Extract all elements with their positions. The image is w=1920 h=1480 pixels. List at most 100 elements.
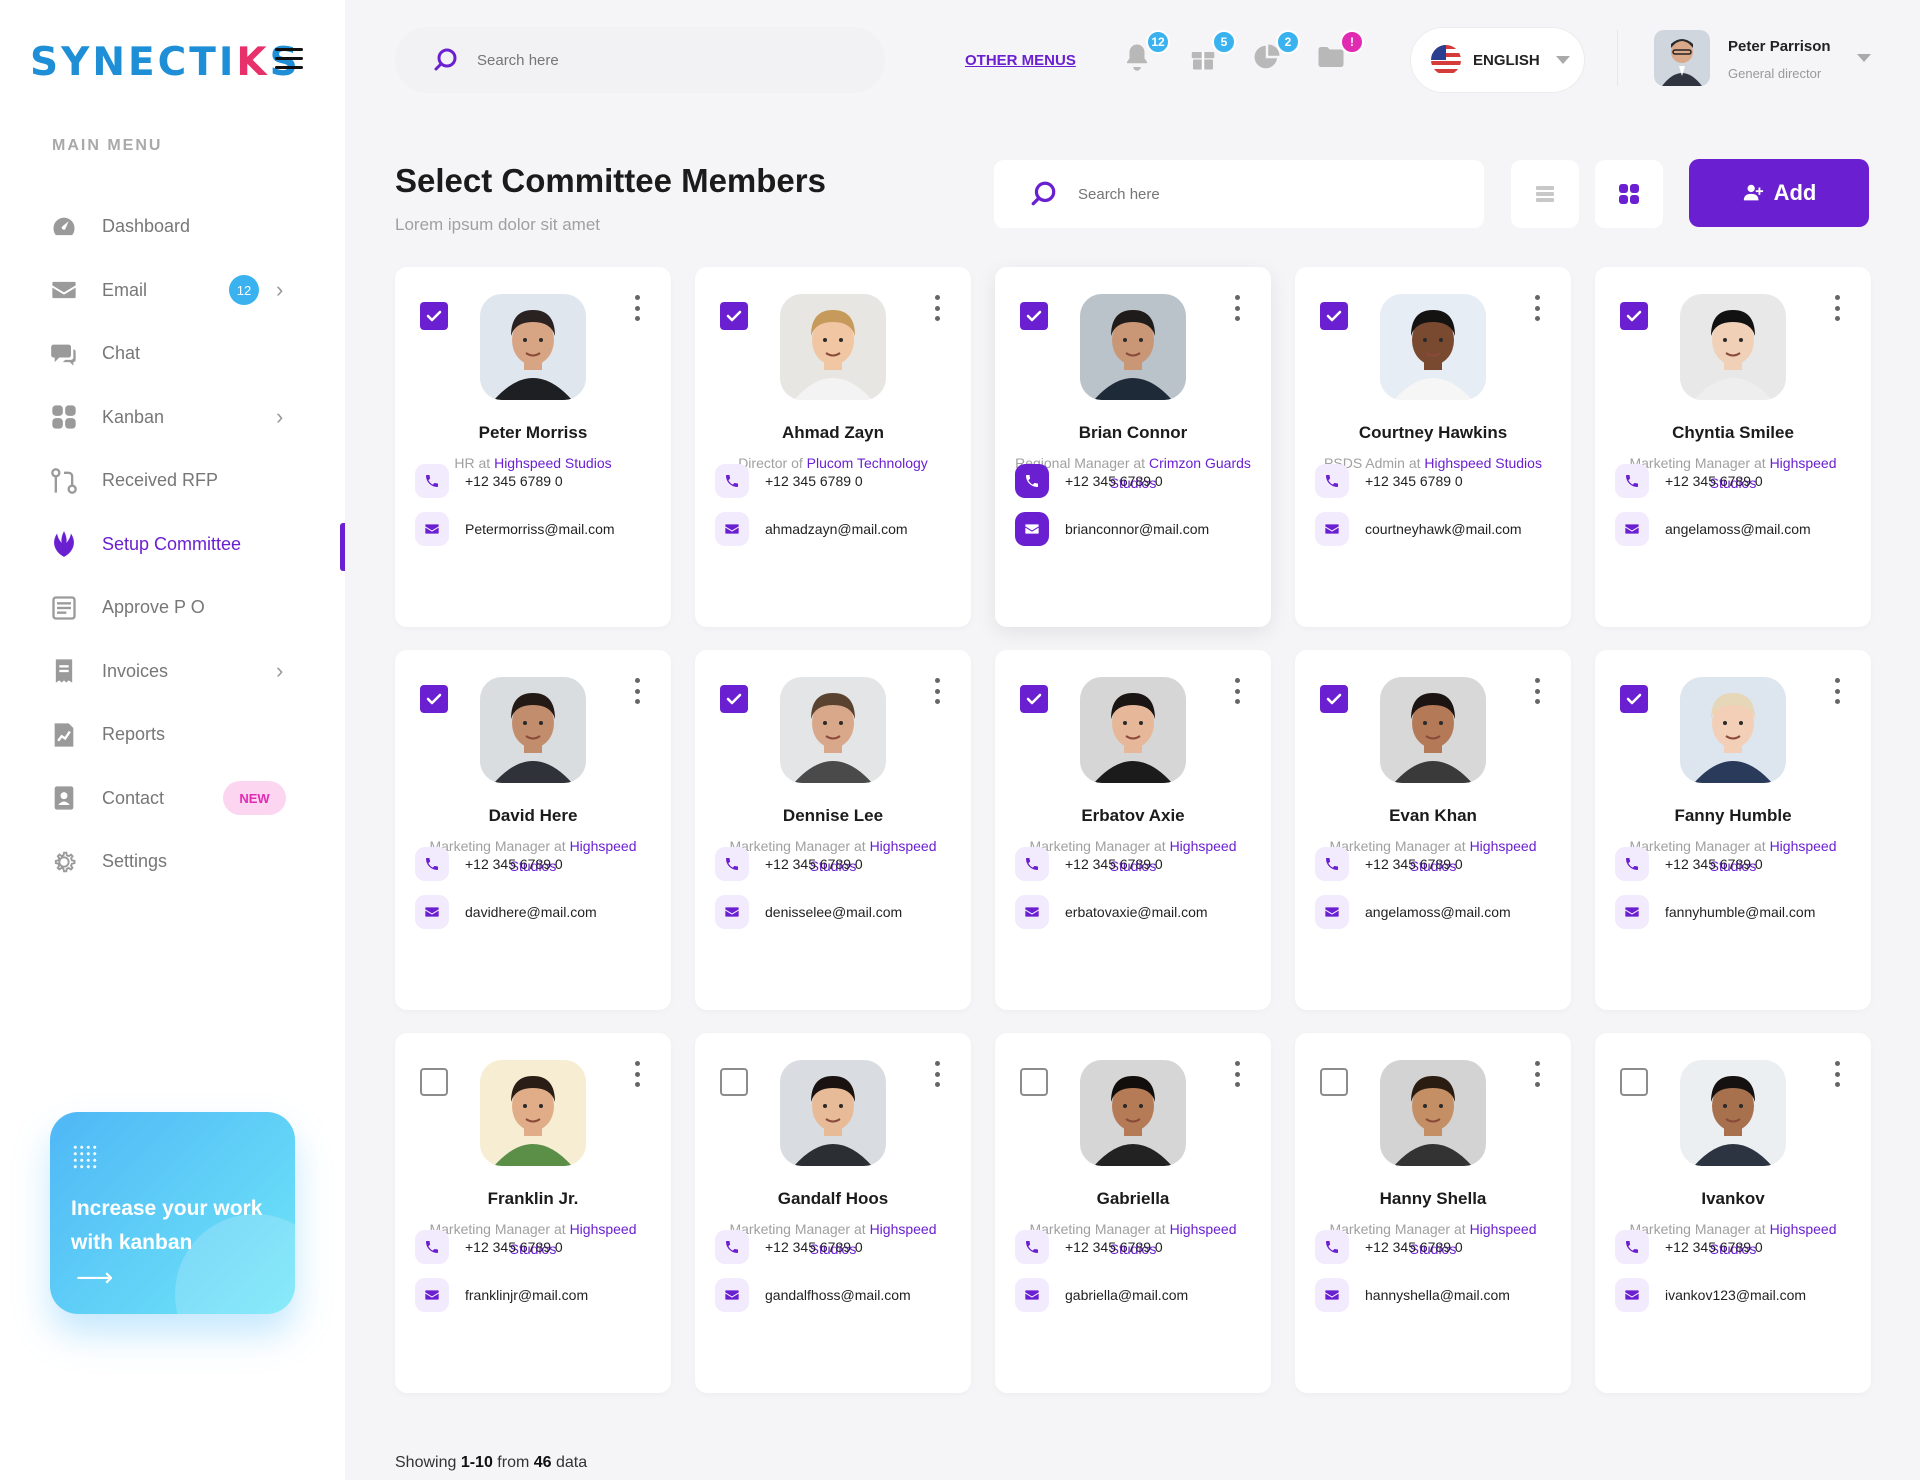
member-card[interactable]: Evan Khan Marketing Manager at Highspeed …: [1295, 650, 1571, 1010]
select-checkbox[interactable]: [1320, 685, 1348, 713]
member-email[interactable]: davidhere@mail.com: [465, 904, 597, 920]
more-options-icon[interactable]: [1533, 295, 1541, 321]
select-checkbox[interactable]: [420, 685, 448, 713]
select-checkbox[interactable]: [420, 1068, 448, 1096]
sidebar-item-contact[interactable]: Contact NEW: [0, 767, 345, 831]
user-menu-chevron-icon[interactable]: [1857, 54, 1871, 62]
member-card[interactable]: Peter Morriss HR at Highspeed Studios +12 …: [395, 267, 671, 627]
analytics-button[interactable]: 2: [1252, 30, 1300, 76]
more-options-icon[interactable]: [1233, 1061, 1241, 1087]
more-options-icon[interactable]: [633, 678, 641, 704]
more-options-icon[interactable]: [1833, 678, 1841, 704]
sidebar-item-chat[interactable]: Chat: [0, 322, 345, 386]
member-email-row: angelamoss@mail.com: [1315, 895, 1511, 929]
sidebar-item-email[interactable]: Email 12 ›: [0, 259, 345, 323]
hamburger-menu-icon[interactable]: [275, 48, 303, 70]
member-email[interactable]: angelamoss@mail.com: [1665, 521, 1811, 537]
member-email[interactable]: fannyhumble@mail.com: [1665, 904, 1815, 920]
select-checkbox[interactable]: [1620, 1068, 1648, 1096]
more-options-icon[interactable]: [1533, 678, 1541, 704]
pagination-summary: Showing 1-10 from 46 data: [395, 1454, 588, 1471]
member-email[interactable]: brianconnor@mail.com: [1065, 521, 1209, 537]
member-email[interactable]: denisselee@mail.com: [765, 904, 902, 920]
select-checkbox[interactable]: [1620, 685, 1648, 713]
member-email[interactable]: erbatovaxie@mail.com: [1065, 904, 1208, 920]
list-view-button[interactable]: [1511, 160, 1579, 228]
select-checkbox[interactable]: [720, 302, 748, 330]
more-options-icon[interactable]: [933, 1061, 941, 1087]
select-checkbox[interactable]: [1620, 302, 1648, 330]
member-card[interactable]: Ivankov Marketing Manager at Highspeed St…: [1595, 1033, 1871, 1393]
sidebar-item-settings[interactable]: Settings: [0, 830, 345, 894]
more-options-icon[interactable]: [633, 1061, 641, 1087]
add-member-button[interactable]: Add: [1689, 159, 1869, 227]
member-email[interactable]: angelamoss@mail.com: [1365, 904, 1511, 920]
select-checkbox[interactable]: [1020, 685, 1048, 713]
member-phone: +12 345 6789 0: [1365, 473, 1463, 489]
sidebar-item-reports[interactable]: Reports: [0, 703, 345, 767]
chevron-right-icon[interactable]: ›: [276, 404, 283, 430]
user-avatar[interactable]: [1654, 30, 1710, 86]
member-avatar: [1080, 294, 1186, 400]
more-options-icon[interactable]: [633, 295, 641, 321]
sidebar-item-invoices[interactable]: Invoices ›: [0, 640, 345, 704]
app-logo[interactable]: SYNECTIKS: [30, 40, 301, 85]
sidebar-item-setup-committee[interactable]: Setup Committee: [0, 513, 345, 577]
gifts-button[interactable]: 5: [1188, 30, 1236, 76]
member-email[interactable]: franklinjr@mail.com: [465, 1287, 588, 1303]
member-phone: +12 345 6789 0: [1665, 856, 1763, 872]
more-options-icon[interactable]: [933, 678, 941, 704]
member-card[interactable]: Chyntia Smilee Marketing Manager at Highs…: [1595, 267, 1871, 627]
chevron-right-icon[interactable]: ›: [276, 277, 283, 303]
member-card[interactable]: Dennise Lee Marketing Manager at Highspee…: [695, 650, 971, 1010]
more-options-icon[interactable]: [1533, 1061, 1541, 1087]
sidebar-item-dashboard[interactable]: Dashboard: [0, 195, 345, 259]
select-checkbox[interactable]: [1320, 302, 1348, 330]
more-options-icon[interactable]: [933, 295, 941, 321]
sidebar-item-kanban[interactable]: Kanban ›: [0, 386, 345, 450]
member-card[interactable]: Hanny Shella Marketing Manager at Highspe…: [1295, 1033, 1571, 1393]
select-checkbox[interactable]: [1320, 1068, 1348, 1096]
sidebar-item-approve-p-o[interactable]: Approve P O: [0, 576, 345, 640]
member-card[interactable]: David Here Marketing Manager at Highspeed…: [395, 650, 671, 1010]
more-options-icon[interactable]: [1233, 295, 1241, 321]
files-button[interactable]: !: [1316, 30, 1364, 76]
member-search[interactable]: [994, 160, 1484, 228]
member-card[interactable]: Ahmad Zayn Director of Plucom Technology +…: [695, 267, 971, 627]
arrow-right-icon[interactable]: ⟶: [76, 1262, 113, 1293]
notification-count-badge: 12: [1146, 30, 1170, 54]
kanban-promo-card[interactable]: Increase your work with kanban ⟶: [50, 1112, 295, 1314]
member-card[interactable]: Gabriella Marketing Manager at Highspeed …: [995, 1033, 1271, 1393]
member-email[interactable]: ivankov123@mail.com: [1665, 1287, 1806, 1303]
member-card[interactable]: Erbatov Axie Marketing Manager at Highspe…: [995, 650, 1271, 1010]
member-card[interactable]: Fanny Humble Marketing Manager at Highspe…: [1595, 650, 1871, 1010]
member-email[interactable]: gandalfhoss@mail.com: [765, 1287, 911, 1303]
notifications-button[interactable]: 12: [1122, 30, 1170, 76]
chevron-right-icon[interactable]: ›: [276, 658, 283, 684]
member-card[interactable]: Courtney Hawkins PSDS Admin at Highspeed …: [1295, 267, 1571, 627]
member-search-input[interactable]: [1078, 185, 1458, 203]
other-menus-link[interactable]: OTHER MENUS: [965, 52, 1076, 69]
select-checkbox[interactable]: [720, 685, 748, 713]
member-card[interactable]: Franklin Jr. Marketing Manager at Highspe…: [395, 1033, 671, 1393]
select-checkbox[interactable]: [1020, 1068, 1048, 1096]
grid-view-button[interactable]: [1595, 160, 1663, 228]
more-options-icon[interactable]: [1233, 678, 1241, 704]
member-email[interactable]: hannyshella@mail.com: [1365, 1287, 1510, 1303]
select-checkbox[interactable]: [720, 1068, 748, 1096]
select-checkbox[interactable]: [1020, 302, 1048, 330]
member-card[interactable]: Brian Connor Regional Manager at Crimzon …: [995, 267, 1271, 627]
member-card[interactable]: Gandalf Hoos Marketing Manager at Highspe…: [695, 1033, 971, 1393]
more-options-icon[interactable]: [1833, 295, 1841, 321]
select-checkbox[interactable]: [420, 302, 448, 330]
header-search[interactable]: [395, 27, 885, 93]
member-email[interactable]: Petermorriss@mail.com: [465, 521, 615, 537]
member-email[interactable]: courtneyhawk@mail.com: [1365, 521, 1522, 537]
header-search-input[interactable]: [477, 51, 857, 69]
language-selector[interactable]: ENGLISH: [1410, 27, 1585, 93]
dots-icon: [72, 1144, 98, 1170]
sidebar-item-received-rfp[interactable]: Received RFP: [0, 449, 345, 513]
more-options-icon[interactable]: [1833, 1061, 1841, 1087]
member-email[interactable]: ahmadzayn@mail.com: [765, 521, 908, 537]
member-email[interactable]: gabriella@mail.com: [1065, 1287, 1188, 1303]
